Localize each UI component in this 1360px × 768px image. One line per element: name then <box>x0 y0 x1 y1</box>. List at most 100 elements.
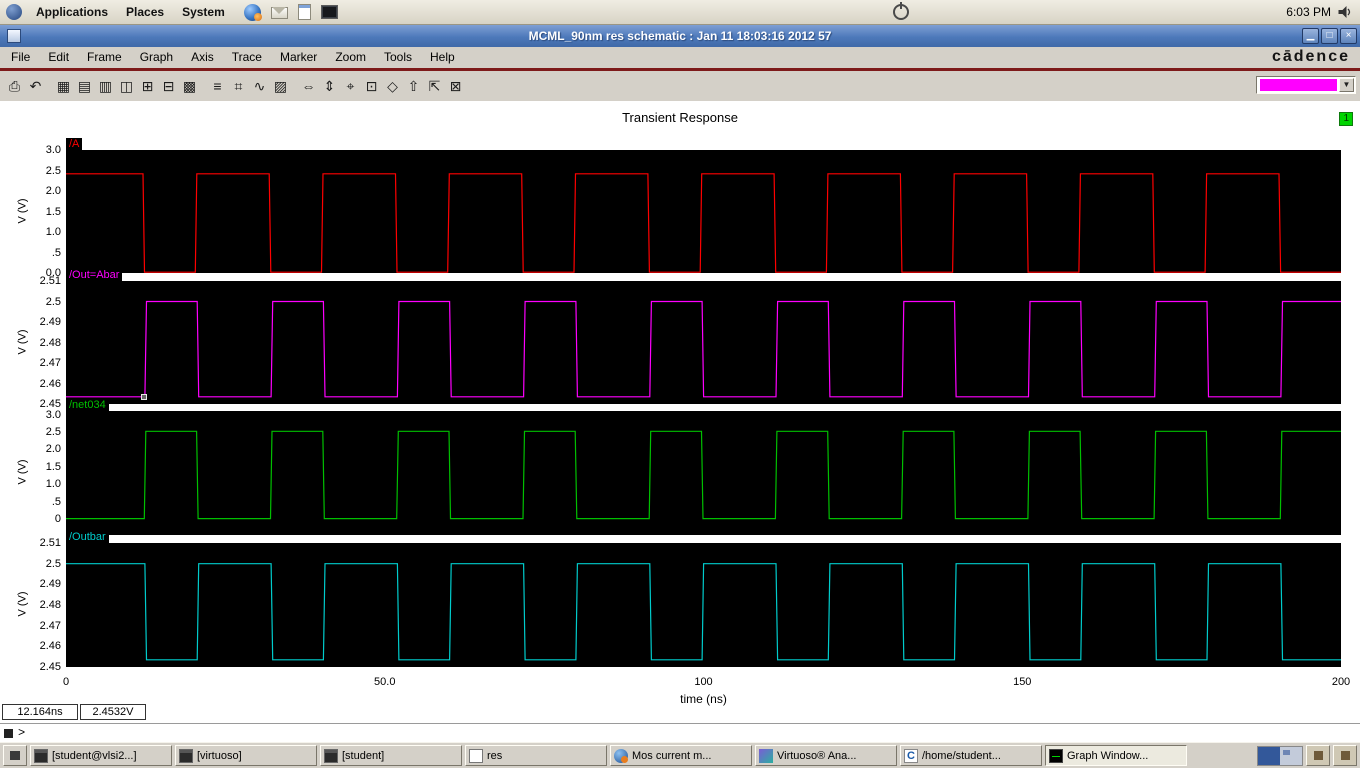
command-line[interactable]: > <box>0 723 1360 742</box>
menu-file[interactable]: File <box>2 47 39 68</box>
y-tick-label: 0 <box>54 513 61 526</box>
trace-label[interactable]: /Out=Abar <box>66 269 123 281</box>
workspace-switcher[interactable] <box>1257 745 1303 766</box>
crosshair-icon[interactable]: ⌖ <box>341 77 360 96</box>
y-tick-label: 2.46 <box>39 640 61 653</box>
print-icon[interactable]: ⎙ <box>5 77 24 96</box>
terminal-icon <box>324 748 338 763</box>
snap-grid-icon[interactable]: ⌗ <box>229 77 248 96</box>
trace-labels-icon[interactable]: ≡ <box>208 77 227 96</box>
graph-layout-icon[interactable]: ▩ <box>180 77 199 96</box>
trace-marker[interactable] <box>140 394 147 401</box>
task-button-studentvlsi2[interactable]: [student@vlsi2...] <box>30 745 172 766</box>
desktop-menu-applications[interactable]: Applications <box>27 0 117 24</box>
task-button-label: Mos current m... <box>632 749 712 762</box>
web-browser-icon[interactable] <box>243 3 262 21</box>
menu-zoom[interactable]: Zoom <box>326 47 375 68</box>
task-button-graphwindow[interactable]: Graph Window... <box>1045 745 1187 766</box>
x-tick-label: 0 <box>62 676 70 688</box>
menu-help[interactable]: Help <box>421 47 464 68</box>
task-button-virtuoso[interactable]: [virtuoso] <box>175 745 317 766</box>
window-title: MCML_90nm res schematic : Jan 11 18:03:1… <box>528 29 832 43</box>
trace-label[interactable]: /Outbar <box>66 531 109 543</box>
y-tick-label: 3.0 <box>45 144 61 156</box>
split-subwindow-icon[interactable]: ◫ <box>117 77 136 96</box>
taskbar-applet-1[interactable] <box>1306 745 1330 766</box>
y-tick-label: 2.49 <box>39 316 61 328</box>
task-button-label: /home/student... <box>922 749 1001 762</box>
fit-view-icon[interactable]: ⇱ <box>425 77 444 96</box>
desktop-menu-strip: Applications Places System <box>27 0 234 24</box>
minimize-button-icon[interactable]: ▁ <box>1302 28 1319 44</box>
window-controls: ▁ □ × <box>1302 28 1357 44</box>
data-table-icon[interactable]: ▨ <box>271 77 290 96</box>
menu-graph[interactable]: Graph <box>131 47 182 68</box>
task-button-virtuosoana[interactable]: Virtuoso® Ana... <box>755 745 897 766</box>
workspace-active[interactable] <box>1258 746 1280 765</box>
desktop-menu-system[interactable]: System <box>173 0 234 24</box>
marker-value-readout: 2.4532V <box>80 704 146 720</box>
undo-icon[interactable]: ↶ <box>26 77 45 96</box>
waveform-tool-icon[interactable]: ∿ <box>250 77 269 96</box>
task-button-res[interactable]: res <box>465 745 607 766</box>
task-button-moscurrentm[interactable]: Mos current m... <box>610 745 752 766</box>
x-axis-ticks: 0 50.0 100 150 200 <box>62 676 1350 689</box>
marker-diamond-icon[interactable]: ◇ <box>383 77 402 96</box>
x-axis-label: time (ns) <box>680 692 727 706</box>
plot-area[interactable]: /net034 <box>66 399 1341 535</box>
menu-tools[interactable]: Tools <box>375 47 421 68</box>
y-tick-label: 2.47 <box>39 619 61 632</box>
zoom-y-icon[interactable]: ⇕ <box>320 77 339 96</box>
terminal-icon <box>179 748 193 763</box>
workspace-other[interactable] <box>1280 746 1302 765</box>
menu-trace[interactable]: Trace <box>223 47 271 68</box>
volume-icon[interactable] <box>1337 4 1354 20</box>
axis-grid-icon[interactable]: ▦ <box>54 77 73 96</box>
y-tick-label: 2.48 <box>39 336 61 349</box>
show-desktop-button[interactable] <box>3 745 27 766</box>
menubar: File Edit Frame Graph Axis Trace Marker Zoom Too… <box>0 47 1360 71</box>
plot-area[interactable]: /Outbar <box>66 531 1341 667</box>
menu-edit[interactable]: Edit <box>39 47 78 68</box>
plot-area[interactable]: /A <box>66 138 1341 273</box>
desktop-menu-places[interactable]: Places <box>117 0 173 24</box>
document-icon[interactable] <box>297 4 311 20</box>
waveform-panel-a: V (V) 3.0 2.5 2.0 1.5 1.0.5 0.0/A <box>0 138 1360 279</box>
dropdown-arrow-icon[interactable]: ▼ <box>1339 78 1354 92</box>
y-tick-label: 2.5 <box>45 295 61 308</box>
menu-axis[interactable]: Axis <box>182 47 223 68</box>
overlay-graph-icon[interactable]: ▥ <box>96 77 115 96</box>
y-tick-label: 2.5 <box>45 557 61 570</box>
terminal-icon[interactable] <box>320 5 338 19</box>
zoom-x-icon[interactable]: ⇔ <box>299 77 318 96</box>
distro-logo-icon[interactable] <box>6 4 22 20</box>
pan-up-icon[interactable]: ⇧ <box>404 77 423 96</box>
trace-label[interactable]: /net034 <box>66 399 109 411</box>
command-prompt: > <box>18 726 26 740</box>
power-indicator-icon[interactable] <box>893 4 909 20</box>
delete-subwindow-icon[interactable]: ⊟ <box>159 77 178 96</box>
menu-marker[interactable]: Marker <box>271 47 326 68</box>
trace-color-field[interactable]: ▼ <box>1256 76 1356 94</box>
trace-label[interactable]: /A <box>66 138 83 150</box>
new-subwindow-icon[interactable]: ⊞ <box>138 77 157 96</box>
virtuoso-icon <box>759 748 773 763</box>
marker-time-readout: 12.164ns <box>2 704 78 720</box>
strip-chart-icon[interactable]: ▤ <box>75 77 94 96</box>
x-tick-label: 100 <box>694 676 713 688</box>
zoom-box-icon[interactable]: ⊡ <box>362 77 381 96</box>
task-button-label: Graph Window... <box>1067 749 1149 762</box>
task-button-student[interactable]: [student] <box>320 745 462 766</box>
menu-frame[interactable]: Frame <box>78 47 131 68</box>
y-tick-label: 1.0 <box>45 478 61 491</box>
clock[interactable]: 6:03 PM <box>1286 5 1331 19</box>
taskbar-applet-2[interactable] <box>1333 745 1357 766</box>
window-titlebar[interactable]: MCML_90nm res schematic : Jan 11 18:03:1… <box>0 25 1360 47</box>
taskbar: [student@vlsi2...] [virtuoso] [student] res… <box>0 742 1360 768</box>
plot-area[interactable]: /Out=Abar <box>66 269 1341 404</box>
select-region-icon[interactable]: ⊠ <box>446 77 465 96</box>
task-button-homestudent[interactable]: /home/student... <box>900 745 1042 766</box>
maximize-button-icon[interactable]: □ <box>1321 28 1338 44</box>
close-button-icon[interactable]: × <box>1340 28 1357 44</box>
email-icon[interactable] <box>270 7 288 19</box>
